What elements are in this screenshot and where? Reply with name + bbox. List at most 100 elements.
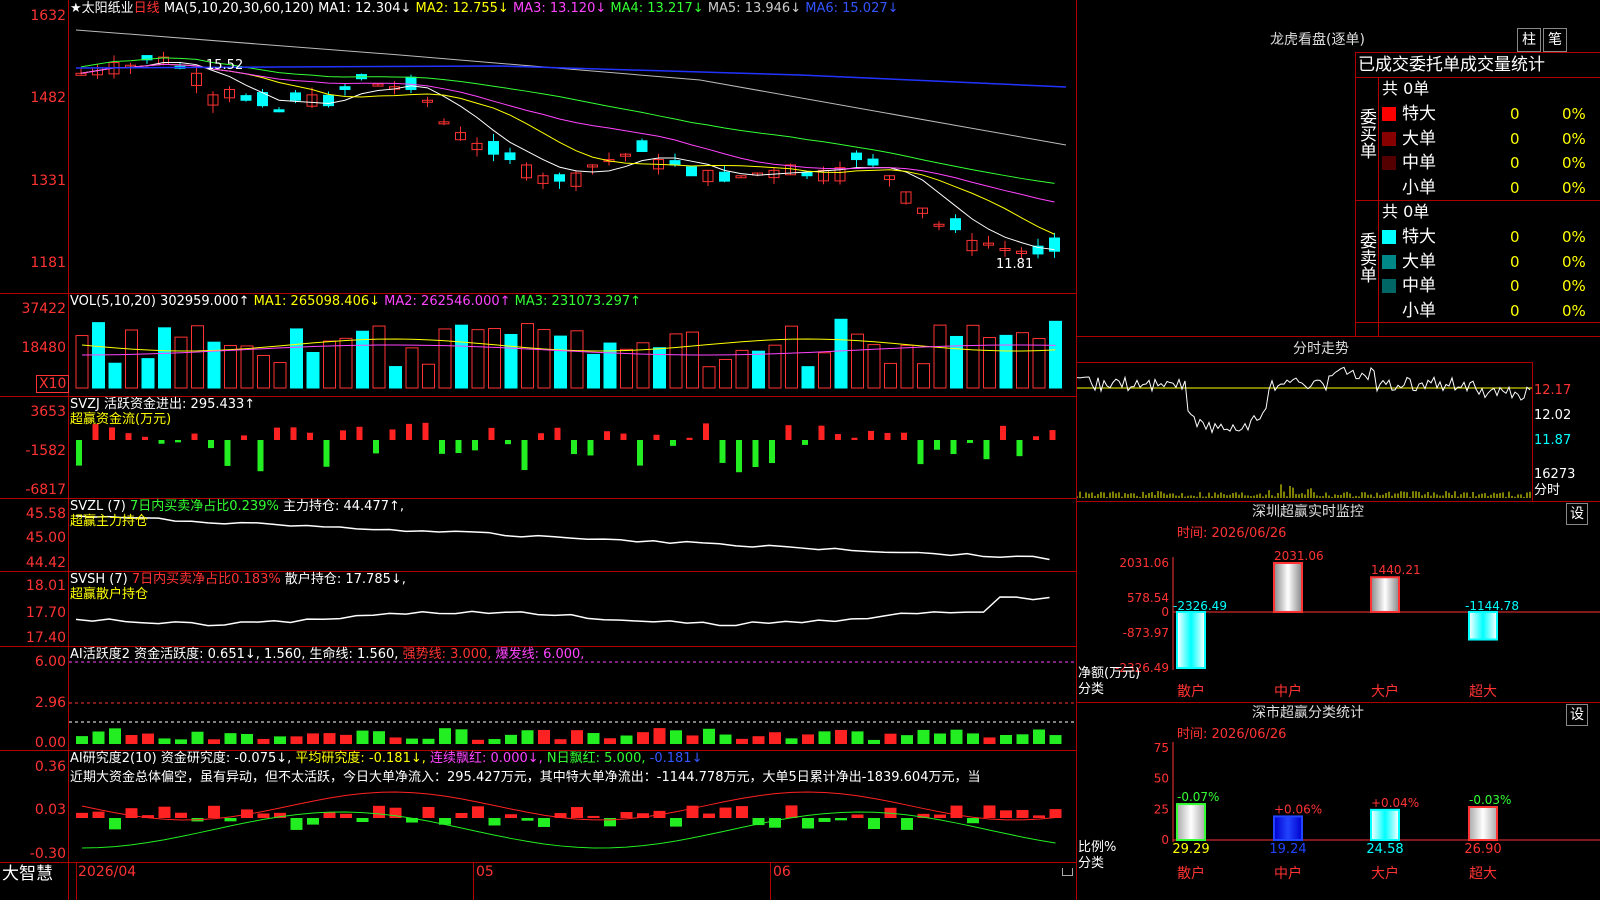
- capital-flow-bar: [290, 427, 297, 440]
- main-chart-area[interactable]: ★太阳纸业日线 MA(5,10,20,30,60,120) MA1: 12.30…: [0, 0, 1077, 900]
- ma1-value: MA1: 12.304↓: [318, 1, 412, 16]
- activity-bar: [158, 738, 171, 744]
- order-row: 小单 0 0%: [1382, 300, 1600, 322]
- capital-flow-bar: [521, 440, 528, 471]
- bar-view-button[interactable]: 柱: [1517, 28, 1541, 52]
- capital-flow-bar: [934, 440, 940, 450]
- vol-unit-badge: X10: [36, 375, 70, 393]
- intraday-panel[interactable]: 分时走势 12.17 12.02 11.87 16273 分时: [1077, 336, 1600, 501]
- brand-label: 大智慧: [2, 864, 53, 884]
- svzl-ytick-1: 45.00: [25, 530, 66, 546]
- capital-flow-bar: [307, 432, 313, 440]
- volume-bar: [768, 344, 782, 389]
- ma-line: [75, 29, 1067, 146]
- candle-body: [273, 109, 285, 113]
- intraday-price-low: 11.87: [1534, 433, 1572, 448]
- volume-bar: [1032, 338, 1046, 389]
- activity-bar: [686, 735, 699, 744]
- activity-bar: [191, 731, 204, 744]
- bar-bottom-label: 19.24: [1269, 842, 1306, 857]
- candle-body: [686, 166, 697, 177]
- color-swatch: [1382, 303, 1396, 318]
- volume-bar: [372, 325, 386, 389]
- capital-flow-bar: [620, 433, 627, 440]
- capital-flow-bar: [323, 440, 330, 467]
- capital-flow-bar: [835, 434, 841, 440]
- candle-body: [504, 152, 516, 161]
- capital-flow-bar: [505, 440, 511, 445]
- category-label: 超大: [1469, 684, 1497, 700]
- activity-bar: [719, 734, 732, 744]
- category-label: 散户: [1177, 683, 1205, 700]
- capital-flow-bar: [76, 440, 82, 466]
- date-label-apr: 2026/04: [78, 864, 137, 880]
- volume-bar: [1049, 320, 1062, 389]
- volume-bar: [752, 350, 765, 389]
- capital-flow-bar: [802, 440, 808, 445]
- capital-flow-bar: [983, 440, 990, 460]
- activity-bar: [356, 730, 369, 744]
- activity-bar: [208, 739, 220, 744]
- research-bar: [835, 818, 847, 821]
- period-label[interactable]: 日线: [134, 1, 160, 16]
- svsh-ytick-1: 17.70: [25, 605, 66, 621]
- volume-bar: [537, 329, 551, 389]
- volume-bar: [240, 345, 254, 389]
- activity-bar: [290, 736, 303, 744]
- activity-bar: [785, 738, 798, 744]
- ma3-value: MA3: 13.120↓: [512, 1, 607, 16]
- capital-flow-bar: [653, 434, 660, 440]
- volume-bar: [141, 358, 155, 389]
- capital-flow-bar: [785, 425, 792, 440]
- ma-line: [80, 63, 1055, 203]
- activity-bar: [752, 736, 765, 744]
- research-bar: [719, 807, 732, 818]
- capital-flow-bar: [472, 440, 478, 451]
- candle-body: [240, 95, 252, 101]
- order-count: 0: [1510, 178, 1520, 197]
- capital-flow-bar: [686, 437, 693, 440]
- intraday-price-mid: 12.02: [1534, 408, 1572, 423]
- order-row: 大单 0 0%: [1382, 251, 1600, 273]
- y-tick-label: 75: [1154, 741, 1169, 755]
- y-tick-label: 2031.06: [1119, 556, 1169, 570]
- capital-flow-bar: [488, 427, 495, 440]
- order-row: 小单 0 0%: [1382, 177, 1600, 199]
- volume-bar: [207, 341, 221, 389]
- volume-bar: [306, 352, 320, 389]
- order-type-label: 中单: [1402, 276, 1436, 296]
- capital-flow-bar: [241, 435, 247, 440]
- activity-bar: [439, 728, 451, 744]
- candle-body: [405, 76, 417, 90]
- volume-bar: [603, 342, 617, 389]
- research-bar: [340, 813, 352, 818]
- volume-bar: [834, 318, 848, 389]
- tick-view-button[interactable]: 笔: [1543, 28, 1567, 52]
- activity-bar: [488, 739, 501, 744]
- monitor-ylabel: 净额(万元): [1078, 666, 1141, 681]
- activity-bar: [109, 728, 121, 744]
- candle-body: [801, 171, 813, 177]
- capital-flow-bar: [637, 440, 643, 466]
- order-percent: 0%: [1562, 277, 1586, 295]
- activity-bar: [901, 735, 913, 744]
- color-swatch: [1382, 254, 1396, 269]
- volume-bar: [884, 362, 897, 389]
- research-bar: [538, 818, 550, 827]
- svzj-ytick-2: -6817: [25, 482, 66, 498]
- ai-research-b: 平均研究度: -0.181↓,: [295, 751, 426, 766]
- capital-flow-bar: [257, 440, 264, 472]
- volume-ma-line: [81, 338, 1056, 352]
- low-price-label: 11.81: [996, 257, 1034, 272]
- activity-bar: [340, 734, 352, 744]
- bar-value-label: +0.06%: [1274, 802, 1322, 816]
- kline-ytick-1: 1482: [30, 90, 66, 106]
- volume-bar: [570, 330, 584, 389]
- vol-label: VOL(5,10,20): [70, 294, 156, 309]
- bar-bottom-label: 26.90: [1464, 842, 1501, 857]
- svsh-ytick-2: 17.40: [25, 630, 66, 646]
- activity-bar: [703, 728, 715, 744]
- stock-name[interactable]: ★太阳纸业: [70, 1, 134, 16]
- candle-body: [488, 141, 499, 155]
- volume-bar: [554, 335, 567, 389]
